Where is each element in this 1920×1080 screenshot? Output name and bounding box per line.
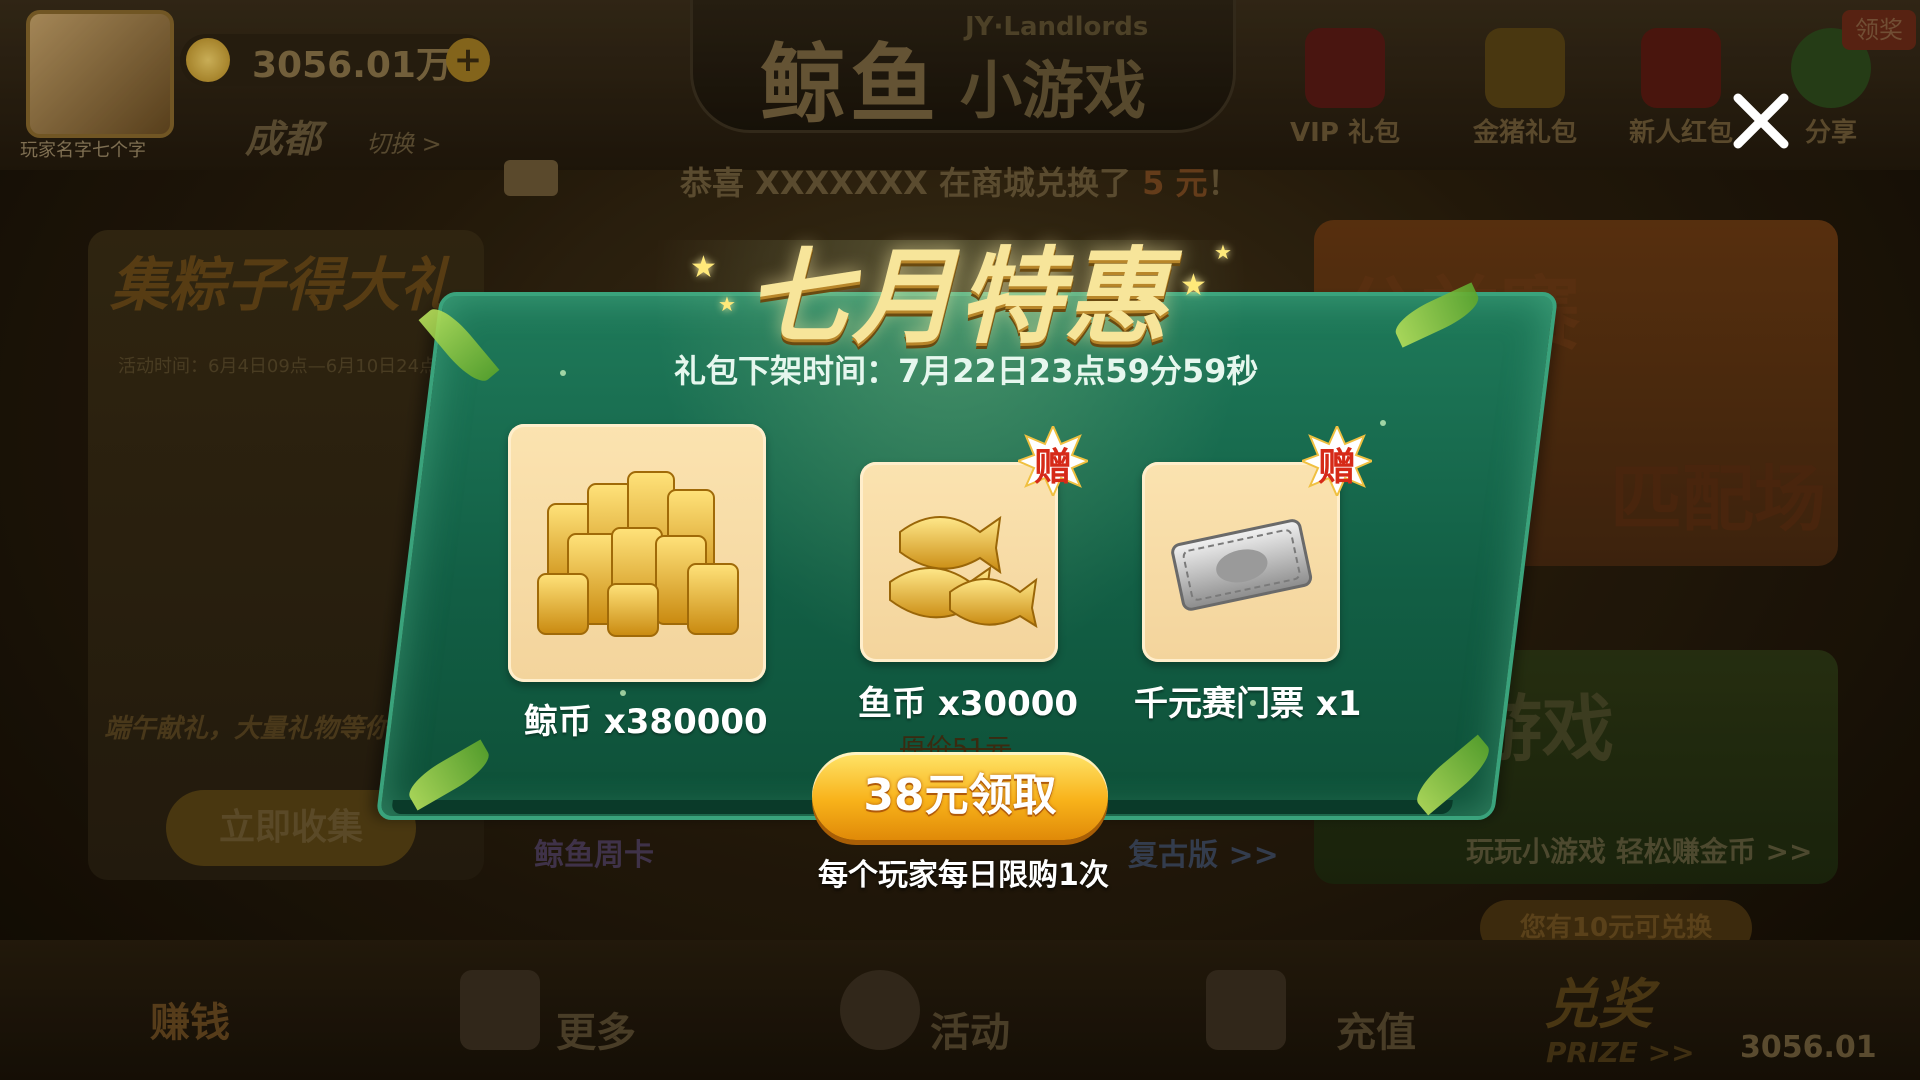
match-ticket-label: 千元赛门票 x1	[1134, 684, 1362, 724]
gift-badge: 赠	[1018, 426, 1088, 496]
star-icon: ★	[690, 250, 717, 285]
gift-badge-text: 赠	[1033, 445, 1072, 489]
purchase-limit-text: 每个玩家每日限购1次	[818, 858, 1109, 893]
star-icon: ★	[718, 292, 736, 316]
gift-badge: 赠	[1302, 426, 1372, 496]
star-icon: ★	[1214, 240, 1232, 264]
dialog-title: 七月特惠	[746, 236, 1171, 358]
sparkle	[1380, 420, 1386, 426]
sparkle	[560, 370, 566, 376]
gift-badge-text: 赠	[1317, 445, 1356, 489]
buy-button[interactable]: 38元领取	[812, 752, 1108, 840]
close-button[interactable]	[1726, 86, 1796, 156]
item-card-whale-coins	[508, 424, 766, 682]
whale-coins-label: 鲸币 x380000	[524, 702, 768, 742]
fish-coins-label: 鱼币 x30000	[858, 684, 1079, 724]
close-icon	[1733, 93, 1789, 149]
gold-coins-icon	[537, 471, 739, 637]
star-icon: ★	[1180, 268, 1207, 303]
offer-deadline: 礼包下架时间：7月22日23点59分59秒	[674, 352, 1259, 390]
